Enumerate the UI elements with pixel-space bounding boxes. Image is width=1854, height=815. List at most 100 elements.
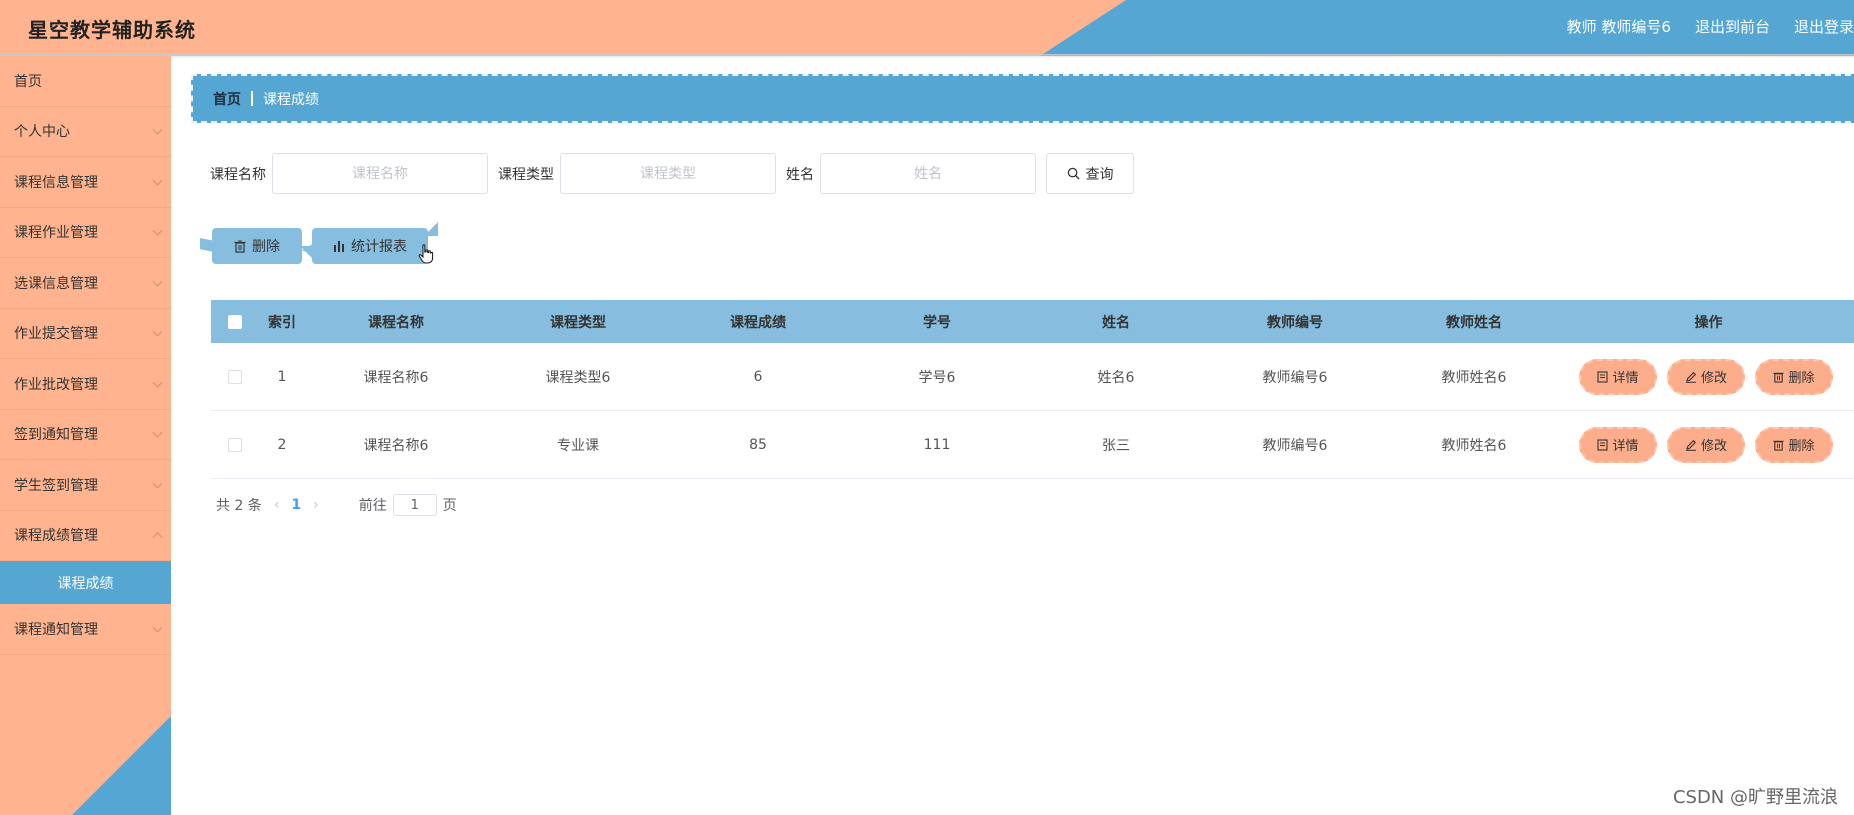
back-to-front-link[interactable]: 退出到前台 xyxy=(1695,16,1770,37)
delete-label: 删除 xyxy=(1788,439,1815,454)
detail-label: 详情 xyxy=(1612,371,1639,386)
sidebar-item-course-info[interactable]: 课程信息管理 xyxy=(0,157,171,208)
header-shadow xyxy=(0,54,1854,58)
header-course-name: 课程名称 xyxy=(368,314,424,331)
cell-course-name: 课程名称6 xyxy=(363,369,429,386)
chevron-up-icon xyxy=(152,532,163,543)
sidebar-item-label: 作业提交管理 xyxy=(14,326,98,343)
select-all-checkbox[interactable] xyxy=(228,314,242,329)
cell-index: 2 xyxy=(277,436,287,453)
sidebar-subitem-course-score[interactable]: 课程成绩 xyxy=(0,561,171,604)
row-checkbox-cell xyxy=(211,369,259,384)
cell-teacher-name: 教师姓名6 xyxy=(1441,369,1507,386)
header-course-type: 课程类型 xyxy=(550,314,606,331)
edit-icon xyxy=(1685,439,1697,451)
pagination: 共 2 条 ‹ 1 › 前往 页 xyxy=(216,494,457,516)
detail-button[interactable]: 详情 xyxy=(1579,358,1657,395)
cell-name: 姓名6 xyxy=(1097,369,1135,386)
header-index: 索引 xyxy=(268,314,296,331)
goto-page-input[interactable] xyxy=(392,494,437,516)
header-score: 课程成绩 xyxy=(730,314,786,331)
query-button[interactable]: 查询 xyxy=(1046,153,1134,194)
chevron-down-icon xyxy=(152,175,163,186)
edit-button[interactable]: 修改 xyxy=(1667,426,1745,463)
sidebar-item-personal[interactable]: 个人中心 xyxy=(0,107,171,157)
sidebar-item-home[interactable]: 首页 xyxy=(0,56,171,107)
sidebar-item-student-signin[interactable]: 学生签到管理 xyxy=(0,460,171,511)
current-user: 教师 教师编号6 xyxy=(1566,18,1671,36)
bulk-delete-label: 删除 xyxy=(252,239,280,255)
chevron-down-icon xyxy=(152,427,163,438)
edit-button[interactable]: 修改 xyxy=(1667,358,1745,395)
edit-icon xyxy=(1685,371,1697,383)
cell-student-no: 111 xyxy=(923,436,951,453)
delete-button[interactable]: 删除 xyxy=(1755,358,1833,395)
edit-label: 修改 xyxy=(1700,439,1727,454)
cell-score: 6 xyxy=(753,368,763,385)
sidebar-item-course-notice[interactable]: 课程通知管理 xyxy=(0,604,171,655)
cell-teacher-name: 教师姓名6 xyxy=(1441,437,1507,454)
sidebar: 首页 个人中心 课程信息管理 课程作业管理 选课信息管理 作业提交管理 作业批改… xyxy=(0,56,171,815)
breadcrumb-separator xyxy=(251,91,253,106)
row-ops: 详情 修改 删除 xyxy=(1563,426,1854,463)
sidebar-item-signin-notice[interactable]: 签到通知管理 xyxy=(0,410,171,460)
course-name-input[interactable] xyxy=(272,153,488,194)
cell-course-type: 专业课 xyxy=(557,437,599,454)
sidebar-item-label: 签到通知管理 xyxy=(14,427,98,444)
chevron-down-icon xyxy=(152,276,163,287)
page-number[interactable]: 1 xyxy=(291,497,301,513)
scores-table: 索引 课程名称 课程类型 课程成绩 学号 姓名 教师编号 教师姓名 操作 1 课… xyxy=(211,300,1854,479)
sidebar-item-label: 课程信息管理 xyxy=(14,174,98,191)
cell-index: 1 xyxy=(277,368,287,385)
delete-label: 删除 xyxy=(1788,371,1815,386)
watermark: CSDN @旷野里流浪 xyxy=(1672,787,1838,808)
chevron-down-icon xyxy=(152,622,163,633)
sidebar-item-homework-review[interactable]: 作业批改管理 xyxy=(0,359,171,410)
document-icon xyxy=(1597,438,1609,451)
row-checkbox[interactable] xyxy=(228,437,242,452)
cell-student-no: 学号6 xyxy=(918,369,956,386)
header-teacher-name: 教师姓名 xyxy=(1446,314,1502,331)
sidebar-item-label: 选课信息管理 xyxy=(14,275,98,292)
row-checkbox-cell xyxy=(211,437,259,452)
header-name: 姓名 xyxy=(1102,314,1130,331)
bulk-delete-button[interactable]: 删除 xyxy=(200,228,314,264)
sidebar-item-homework-submit[interactable]: 作业提交管理 xyxy=(0,309,171,359)
top-header: 星空教学辅助系统 教师 教师编号6 退出到前台 退出登录 xyxy=(0,0,1854,56)
select-all-cell xyxy=(211,314,259,329)
goto-suffix: 页 xyxy=(442,498,457,514)
sidebar-item-course-homework[interactable]: 课程作业管理 xyxy=(0,208,171,258)
next-page-icon[interactable]: › xyxy=(313,497,319,513)
search-icon xyxy=(1067,167,1080,180)
query-button-label: 查询 xyxy=(1085,166,1114,183)
breadcrumb-home[interactable]: 首页 xyxy=(213,89,241,109)
stats-report-button[interactable]: 统计报表 xyxy=(302,222,438,264)
prev-page-icon[interactable]: ‹ xyxy=(274,497,280,513)
trash-icon xyxy=(234,239,246,253)
edit-label: 修改 xyxy=(1700,371,1727,386)
name-input[interactable] xyxy=(820,153,1036,194)
detail-button[interactable]: 详情 xyxy=(1579,426,1657,463)
row-checkbox[interactable] xyxy=(228,369,242,384)
cell-teacher-no: 教师编号6 xyxy=(1262,369,1328,386)
course-type-input[interactable] xyxy=(560,153,776,194)
row-ops: 详情 修改 删除 xyxy=(1563,358,1854,395)
sidebar-item-label: 首页 xyxy=(14,73,42,90)
cell-teacher-no: 教师编号6 xyxy=(1262,437,1328,454)
chevron-down-icon xyxy=(152,478,163,489)
logout-link[interactable]: 退出登录 xyxy=(1794,16,1854,37)
trash-icon xyxy=(1773,440,1785,451)
hand-cursor-icon xyxy=(418,244,434,264)
table-header: 索引 课程名称 课程类型 课程成绩 学号 姓名 教师编号 教师姓名 操作 xyxy=(211,300,1854,343)
delete-button[interactable]: 删除 xyxy=(1755,426,1833,463)
header-teacher-no: 教师编号 xyxy=(1267,314,1323,331)
sidebar-item-label: 作业批改管理 xyxy=(14,376,98,393)
course-type-label: 课程类型 xyxy=(498,166,554,183)
trash-icon xyxy=(1773,372,1785,383)
sidebar-item-course-score[interactable]: 课程成绩管理 xyxy=(0,511,171,561)
sidebar-item-course-selection[interactable]: 选课信息管理 xyxy=(0,258,171,309)
sidebar-item-label: 学生签到管理 xyxy=(14,477,98,494)
sidebar-corner-decoration xyxy=(72,715,171,815)
sidebar-item-label: 个人中心 xyxy=(14,124,70,141)
detail-label: 详情 xyxy=(1612,439,1639,454)
